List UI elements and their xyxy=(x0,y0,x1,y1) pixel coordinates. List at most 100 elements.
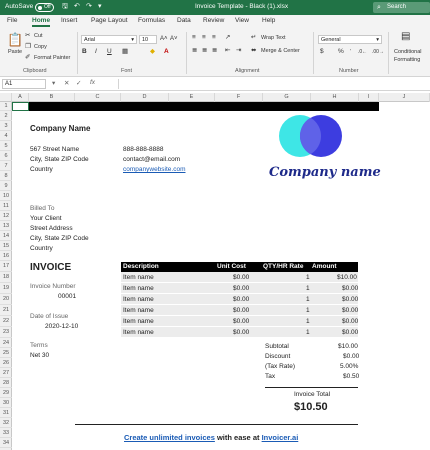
terms-value[interactable]: Net 30 xyxy=(30,352,49,359)
company-city[interactable]: City, State ZIP Code xyxy=(30,156,89,163)
italic-icon[interactable]: I xyxy=(95,48,97,56)
increase-font-icon[interactable]: A˄ xyxy=(160,35,168,43)
billed-to-label[interactable]: Billed To xyxy=(30,205,54,212)
autosave-toggle[interactable]: Off xyxy=(35,3,54,12)
row-header[interactable]: 10 xyxy=(0,191,12,201)
header-unit-cost[interactable]: Unit Cost xyxy=(217,263,246,270)
cut-icon[interactable]: ✂ xyxy=(25,32,30,40)
column-header[interactable]: D xyxy=(121,93,169,102)
column-header[interactable]: F xyxy=(215,93,263,102)
table-row[interactable]: Item name $0.00 1 $0.00 xyxy=(121,305,358,316)
align-center-icon[interactable]: ≣ xyxy=(202,47,207,55)
row-header[interactable]: 34 xyxy=(0,438,12,448)
date-of-issue-label[interactable]: Date of Issue xyxy=(30,313,68,320)
row-header[interactable]: 4 xyxy=(0,131,12,141)
client-country[interactable]: Country xyxy=(30,245,53,252)
format-painter-icon[interactable]: ✐ xyxy=(25,54,30,62)
copy-button[interactable]: Copy xyxy=(34,44,47,50)
company-phone[interactable]: 888-888-8888 xyxy=(123,146,163,153)
name-box-chevron-icon[interactable]: ▾ xyxy=(52,79,55,87)
tab-home[interactable]: Home xyxy=(32,17,51,27)
paste-icon[interactable]: 📋 xyxy=(7,33,23,47)
company-street[interactable]: 567 Street Name xyxy=(30,146,79,153)
row-header[interactable]: 26 xyxy=(0,358,12,368)
currency-icon[interactable]: $ xyxy=(320,48,324,56)
percent-icon[interactable]: % xyxy=(338,48,344,56)
align-right-icon[interactable]: ≣ xyxy=(212,47,217,55)
orientation-icon[interactable]: ↗ xyxy=(225,34,230,42)
cut-button[interactable]: Cut xyxy=(34,33,43,39)
row-header[interactable]: 15 xyxy=(0,241,12,251)
row-header[interactable]: 5 xyxy=(0,141,12,151)
row-header[interactable]: 33 xyxy=(0,428,12,438)
client-city[interactable]: City, State ZIP Code xyxy=(30,235,89,242)
row-header[interactable]: 9 xyxy=(0,181,12,191)
decrease-font-icon[interactable]: A˅ xyxy=(170,35,178,43)
align-bottom-icon[interactable]: ≡ xyxy=(212,34,216,42)
row-header[interactable]: 8 xyxy=(0,171,12,181)
customize-quick-access-icon[interactable]: ▾ xyxy=(98,2,102,10)
invoicer-link[interactable]: Invoicer.ai xyxy=(262,433,299,442)
tab-help[interactable]: Help xyxy=(262,17,275,24)
enter-icon[interactable]: ✓ xyxy=(76,79,81,87)
tab-file[interactable]: File xyxy=(7,17,17,24)
search-box[interactable]: ⌕ Search xyxy=(373,2,430,13)
tab-view[interactable]: View xyxy=(235,17,249,24)
discount-label[interactable]: Discount xyxy=(265,353,290,360)
column-header[interactable]: H xyxy=(311,93,359,102)
number-format-select[interactable]: General ▾ xyxy=(318,35,382,44)
row-header[interactable]: 6 xyxy=(0,151,12,161)
header-amount[interactable]: Amount xyxy=(312,263,337,270)
row-header[interactable]: 23 xyxy=(0,327,12,338)
merge-center-icon[interactable]: ⬌ xyxy=(251,47,256,55)
row-header[interactable]: 21 xyxy=(0,305,12,316)
row-header[interactable]: 20 xyxy=(0,294,12,305)
spreadsheet-grid[interactable]: A B C D E F G H I J 1 2 3 4 5 6 7 8 9 10 11 12 13 14 1… xyxy=(0,93,430,450)
tab-review[interactable]: Review xyxy=(203,17,224,24)
column-header[interactable]: A xyxy=(12,93,29,102)
save-icon[interactable]: 🖫 xyxy=(62,2,68,13)
row-header[interactable]: 16 xyxy=(0,251,12,261)
row-header[interactable]: 28 xyxy=(0,378,12,388)
header-description[interactable]: Description xyxy=(123,263,159,270)
font-size-select[interactable]: 10 xyxy=(139,35,157,44)
invoice-number[interactable]: 00001 xyxy=(58,293,76,300)
conditional-formatting-label-1[interactable]: Conditional xyxy=(394,49,422,55)
column-header[interactable]: E xyxy=(169,93,215,102)
decrease-decimal-icon[interactable]: .00→ xyxy=(372,48,384,56)
tab-insert[interactable]: Insert xyxy=(61,17,77,24)
row-header[interactable]: 17 xyxy=(0,261,12,272)
company-name[interactable]: Company Name xyxy=(30,124,90,133)
wrap-text-button[interactable]: Wrap Text xyxy=(261,35,286,41)
table-row[interactable]: Item name $0.00 1 $0.00 xyxy=(121,283,358,294)
tab-formulas[interactable]: Formulas xyxy=(138,17,165,24)
header-qty-rate[interactable]: QTY/HR Rate xyxy=(263,263,303,270)
row-header[interactable]: 30 xyxy=(0,398,12,408)
conditional-formatting-label-2[interactable]: Formatting xyxy=(394,57,420,63)
row-header[interactable]: 11 xyxy=(0,201,12,211)
row-header[interactable]: 13 xyxy=(0,221,12,231)
row-header[interactable]: 7 xyxy=(0,161,12,171)
table-row[interactable]: Item name $0.00 1 $10.00 xyxy=(121,272,358,283)
row-header[interactable]: 25 xyxy=(0,348,12,358)
increase-indent-icon[interactable]: ⇥ xyxy=(236,47,241,55)
terms-label[interactable]: Terms xyxy=(30,342,48,349)
formula-input[interactable] xyxy=(118,79,428,89)
tab-data[interactable]: Data xyxy=(177,17,191,24)
client-name[interactable]: Your Client xyxy=(30,215,62,222)
paste-button-label[interactable]: Paste xyxy=(8,49,22,55)
align-top-icon[interactable]: ≡ xyxy=(192,34,196,42)
selected-cell-outline[interactable] xyxy=(12,102,29,111)
company-country[interactable]: Country xyxy=(30,166,53,173)
increase-decimal-icon[interactable]: .0← xyxy=(358,48,367,56)
fill-color-icon[interactable]: ◆ xyxy=(150,48,155,56)
redo-icon[interactable]: ↷ xyxy=(86,2,92,10)
invoice-number-label[interactable]: Invoice Number xyxy=(30,283,76,290)
row-header[interactable]: 27 xyxy=(0,368,12,378)
column-header[interactable]: I xyxy=(359,93,379,102)
column-header[interactable]: B xyxy=(29,93,75,102)
column-header[interactable]: J xyxy=(379,93,430,102)
invoice-total-label[interactable]: Invoice Total xyxy=(294,391,330,398)
discount-value[interactable]: $0.00 xyxy=(343,353,359,360)
table-row[interactable]: Item name $0.00 1 $0.00 xyxy=(121,294,358,305)
